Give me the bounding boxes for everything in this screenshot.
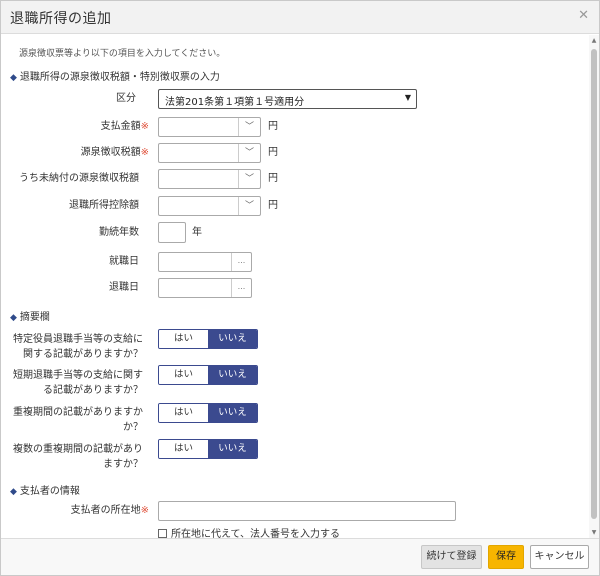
chevron-down-icon[interactable]: ﹀	[238, 144, 260, 162]
deduction-label: 退職所得控除額	[69, 200, 139, 211]
calendar-picker-button[interactable]: ...	[231, 253, 251, 271]
hire-date-input[interactable]	[159, 253, 233, 271]
payer-address-label: 支払者の所在地※	[21, 502, 149, 519]
diamond-icon: ◆	[10, 487, 17, 497]
q1-line2: 関する記載がありますか？	[23, 349, 143, 360]
yen-unit: 円	[268, 200, 278, 211]
q1-toggle[interactable]: はい いいえ	[158, 329, 258, 349]
q2-no-option[interactable]: いいえ	[208, 366, 257, 384]
q3-no-option[interactable]: いいえ	[208, 404, 257, 422]
q4-no-option[interactable]: いいえ	[208, 440, 257, 458]
dialog-footer: 続けて登録 保存 キャンセル	[1, 538, 599, 575]
scroll-down-icon[interactable]: ▼	[590, 529, 598, 536]
q4-yes-option[interactable]: はい	[159, 440, 208, 458]
dialog-title: 退職所得の追加	[10, 11, 112, 27]
payment-label: 支払金額※	[21, 118, 149, 135]
q2-line1: 短期退職手当等の支給に関す	[13, 370, 143, 381]
withholding-label-text: 源泉徴収税額	[80, 147, 141, 158]
q3-line2: か？	[123, 422, 143, 433]
q3-yes-option[interactable]: はい	[159, 404, 208, 422]
unpaid-withholding-field[interactable]: ﹀	[158, 169, 261, 189]
section-remarks-title: 摘要欄	[19, 312, 50, 323]
required-mark: ※	[140, 147, 149, 158]
chevron-down-icon[interactable]: ﹀	[238, 170, 260, 188]
calendar-picker-button[interactable]: ...	[231, 279, 251, 297]
retire-date-label: 退職日	[109, 282, 139, 293]
year-unit: 年	[192, 227, 202, 238]
section-withholding-title: 退職所得の源泉徴収税額・特別徴収票の入力	[19, 72, 220, 83]
category-label: 区分	[116, 93, 136, 104]
required-mark: ※	[140, 121, 149, 132]
chevron-down-icon[interactable]: ﹀	[238, 197, 260, 215]
section-withholding: ◆ 退職所得の源泉徴収税額・特別徴収票の入力	[10, 68, 220, 83]
q2-label: 短期退職手当等の支給に関す る記載がありますか？	[7, 368, 143, 398]
diamond-icon: ◆	[10, 313, 17, 323]
payment-label-text: 支払金額	[100, 121, 141, 132]
yen-unit: 円	[268, 147, 278, 158]
payment-amount-input[interactable]	[159, 118, 238, 136]
section-remarks: ◆ 摘要欄	[10, 308, 50, 323]
category-select-value: 法第201条第１項第１号適用分	[165, 97, 305, 108]
payment-amount-field[interactable]: ﹀	[158, 117, 261, 137]
retire-date-input[interactable]	[159, 279, 233, 297]
q4-toggle[interactable]: はい いいえ	[158, 439, 258, 459]
corp-number-checkbox[interactable]	[158, 529, 167, 538]
years-label: 勤続年数	[99, 227, 139, 238]
payer-address-label-text: 支払者の所在地	[70, 505, 141, 516]
category-select[interactable]: 法第201条第１項第１号適用分 ▼	[158, 89, 417, 109]
q1-no-option[interactable]: いいえ	[208, 330, 257, 348]
q2-line2: る記載がありますか？	[43, 385, 143, 396]
q4-label: 複数の重複期間の記載があり ますか？	[7, 442, 143, 472]
hire-date-field[interactable]: ...	[158, 252, 252, 272]
q4-line2: ますか？	[103, 459, 143, 470]
save-button[interactable]: 保存	[488, 545, 524, 569]
add-retirement-income-dialog: 退職所得の追加 ✕ 源泉徴収票等より以下の項目を入力してください。 ◆ 退職所得の…	[0, 0, 600, 576]
q2-toggle[interactable]: はい いいえ	[158, 365, 258, 385]
section-payer: ◆ 支払者の情報	[10, 482, 80, 497]
yen-unit: 円	[268, 121, 278, 132]
scroll-up-icon[interactable]: ▲	[590, 37, 598, 44]
intro-text: 源泉徴収票等より以下の項目を入力してください。	[19, 49, 226, 59]
vertical-scrollbar[interactable]: ▲ ▼	[589, 35, 599, 538]
unpaid-withholding-input[interactable]	[159, 170, 238, 188]
caret-down-icon: ▼	[404, 93, 411, 102]
q3-toggle[interactable]: はい いいえ	[158, 403, 258, 423]
unpaid-withholding-label: うち未納付の源泉徴収税額	[19, 173, 139, 184]
deduction-input[interactable]	[159, 197, 238, 215]
hire-date-label: 就職日	[109, 256, 139, 267]
chevron-down-icon[interactable]: ﹀	[238, 118, 260, 136]
withholding-tax-field[interactable]: ﹀	[158, 143, 261, 163]
dialog-body[interactable]: 源泉徴収票等より以下の項目を入力してください。 ◆ 退職所得の源泉徴収税額・特別徴…	[1, 35, 589, 538]
withholding-label: 源泉徴収税額※	[21, 144, 149, 161]
scrollbar-thumb[interactable]	[591, 49, 597, 519]
q1-line1: 特定役員退職手当等の支給に	[13, 334, 143, 345]
q1-label: 特定役員退職手当等の支給に 関する記載がありますか？	[7, 332, 143, 362]
q1-yes-option[interactable]: はい	[159, 330, 208, 348]
q2-yes-option[interactable]: はい	[159, 366, 208, 384]
dialog-header: 退職所得の追加 ✕	[1, 1, 599, 34]
deduction-field[interactable]: ﹀	[158, 196, 261, 216]
q4-line1: 複数の重複期間の記載があり	[13, 444, 143, 455]
required-mark: ※	[140, 505, 149, 516]
withholding-tax-input[interactable]	[159, 144, 238, 162]
continue-register-button[interactable]: 続けて登録	[421, 545, 482, 569]
retire-date-field[interactable]: ...	[158, 278, 252, 298]
section-payer-title: 支払者の情報	[19, 486, 80, 497]
close-icon[interactable]: ✕	[578, 8, 589, 23]
corp-number-checkbox-label: 所在地に代えて、法人番号を入力する	[171, 529, 340, 538]
cancel-button[interactable]: キャンセル	[530, 545, 589, 569]
payer-address-input[interactable]	[158, 501, 456, 521]
q3-line1: 重複期間の記載がありますか	[13, 407, 143, 418]
years-input[interactable]	[158, 222, 186, 243]
yen-unit: 円	[268, 173, 278, 184]
q3-label: 重複期間の記載がありますか か？	[7, 405, 143, 435]
corp-number-option[interactable]: 所在地に代えて、法人番号を入力する	[158, 525, 340, 538]
diamond-icon: ◆	[10, 73, 17, 83]
